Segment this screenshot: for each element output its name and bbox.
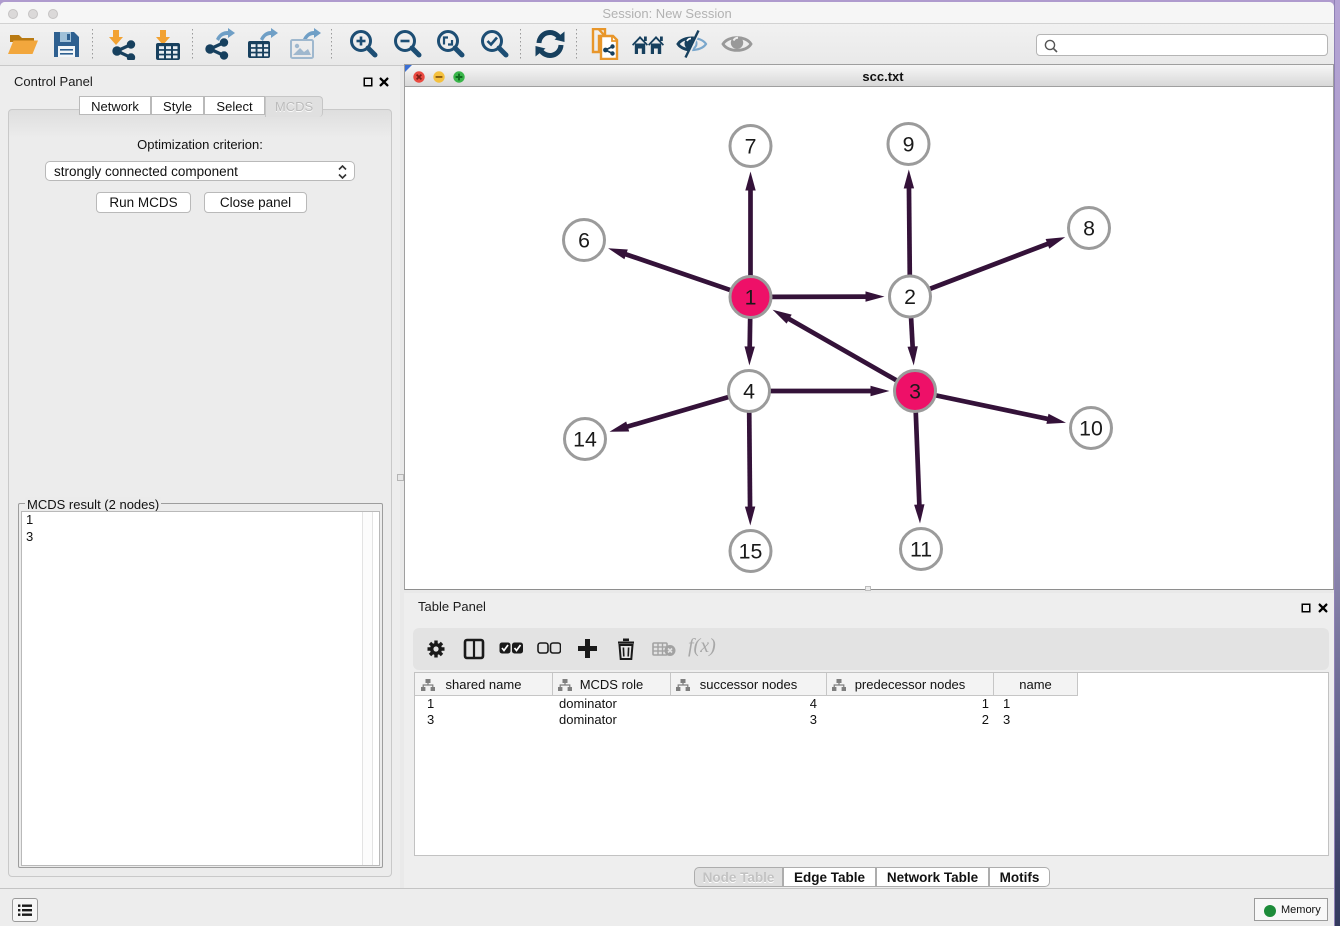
svg-text:7: 7 bbox=[745, 135, 757, 159]
svg-text:10: 10 bbox=[1079, 417, 1103, 441]
svg-text:2: 2 bbox=[904, 285, 916, 309]
svg-text:15: 15 bbox=[739, 540, 763, 564]
svg-text:3: 3 bbox=[909, 380, 921, 404]
svg-text:9: 9 bbox=[903, 133, 915, 157]
svg-text:6: 6 bbox=[578, 229, 590, 253]
svg-text:1: 1 bbox=[745, 286, 757, 310]
svg-text:11: 11 bbox=[910, 538, 932, 562]
svg-text:8: 8 bbox=[1083, 217, 1095, 241]
svg-text:4: 4 bbox=[743, 380, 755, 404]
svg-text:14: 14 bbox=[573, 428, 597, 452]
